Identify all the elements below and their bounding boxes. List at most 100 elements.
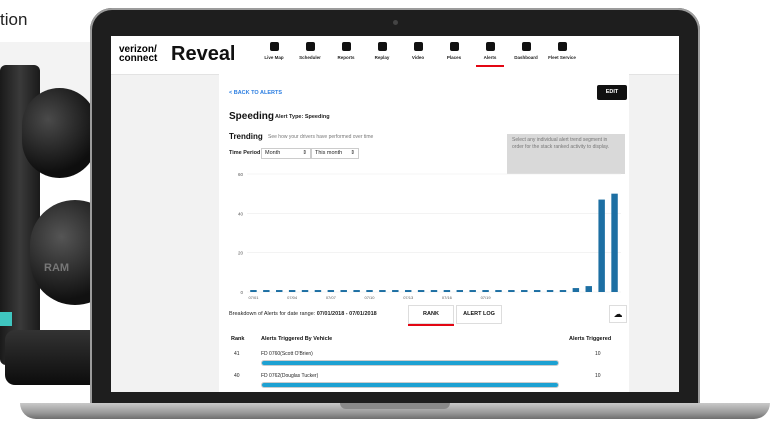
chart-bar (598, 199, 605, 292)
x-tick-label: 07/19 (481, 295, 492, 300)
time-period-label: Time Period (229, 150, 261, 156)
nav-item-alerts[interactable]: Alerts (472, 42, 508, 67)
y-tick-label: 0 (240, 290, 243, 295)
row-progress-track (261, 360, 559, 366)
x-tick-label: 07/04 (287, 295, 298, 300)
period-value-select[interactable]: This month ⇕ (311, 148, 359, 159)
table-row[interactable]: 41 FD 0760(Scott O'Brien) 10 (219, 348, 629, 370)
row-count: 10 (595, 373, 601, 379)
nav-item-replay[interactable]: Replay (364, 42, 400, 60)
nav-item-fleet-service[interactable]: Fleet Service (544, 42, 580, 60)
nav-item-label: Alerts (483, 55, 497, 60)
chart-bar (546, 290, 554, 292)
chart-bar (392, 290, 399, 292)
chart-bar (263, 290, 270, 292)
nav-item-dashboard[interactable]: Dashboard (508, 42, 544, 60)
cloud-download-icon[interactable]: ☁ (609, 305, 627, 323)
nav-item-scheduler[interactable]: Scheduler (292, 42, 328, 60)
nav-item-label: Places (446, 55, 462, 60)
chart-bar (521, 290, 528, 292)
alert-log-tab[interactable]: ALERT LOG (456, 305, 502, 324)
row-count: 10 (595, 351, 601, 357)
chart-bar (327, 290, 335, 292)
trending-title: Trending (229, 132, 263, 141)
nav-item-places[interactable]: Places (436, 42, 472, 60)
nav-item-live-map[interactable]: Live Map (256, 42, 292, 60)
row-vehicle: FD 0762(Douglas Tucker) (261, 373, 319, 379)
nav-item-video[interactable]: Video (400, 42, 436, 60)
edit-button[interactable]: EDIT (597, 85, 627, 100)
chart-bar (611, 193, 618, 292)
header-rank: Rank (231, 336, 245, 342)
dashboard-icon (521, 42, 531, 51)
chart-bar (508, 290, 515, 292)
alert-detail-panel: < BACK TO ALERTS EDIT Speeding Alert Typ… (219, 74, 629, 392)
chart-bar (495, 290, 502, 292)
select-caret-icon: ⇕ (350, 150, 355, 156)
brand-logo[interactable]: verizon/ connect (119, 45, 165, 64)
page-title: Speeding (229, 111, 275, 122)
chart-bar (533, 290, 541, 292)
reports-icon (341, 42, 351, 51)
camera-icon (393, 20, 398, 25)
map-icon (269, 42, 279, 51)
scheduler-icon (305, 42, 315, 51)
mount-accent (0, 312, 12, 326)
x-tick-label: 07/10 (365, 295, 376, 300)
nav-item-label: Replay (374, 55, 390, 60)
row-progress-track (261, 382, 559, 388)
period-value-value: This month (315, 150, 343, 156)
alert-type-label: Alert Type: Speeding (275, 114, 330, 120)
chart-bar (456, 290, 464, 292)
breakdown-text: Breakdown of Alerts for date range: 07/0… (229, 311, 377, 317)
chart-bar (559, 290, 567, 292)
chart-bar (353, 290, 360, 292)
chart-bar (585, 286, 592, 292)
alerts-icon (485, 42, 495, 51)
chart-bar (366, 290, 373, 292)
chart-bar (301, 290, 309, 292)
x-tick-label: 07/01 (248, 295, 259, 300)
trending-subtitle: See how your drivers have performed over… (268, 134, 374, 140)
row-progress-fill (262, 383, 558, 387)
chart-bar (404, 290, 412, 292)
nav-item-label: Reports (337, 55, 355, 60)
nav-item-label: Scheduler (299, 55, 321, 60)
row-vehicle: FD 0760(Scott O'Brien) (261, 351, 313, 357)
chart-bar (250, 290, 257, 292)
nav-item-reports[interactable]: Reports (328, 42, 364, 60)
row-rank: 40 (234, 373, 240, 379)
table-row[interactable]: 40 FD 0762(Douglas Tucker) 10 (219, 370, 629, 392)
header-vehicle: Alerts Triggered By Vehicle (261, 336, 333, 342)
chart-bar (430, 290, 438, 292)
laptop-screen: verizon/ connect Reveal Live Map Schedule… (111, 36, 679, 392)
chart-bar (288, 290, 296, 292)
header-count: Alerts Triggered (569, 336, 612, 342)
period-unit-select[interactable]: Month ⇕ (261, 148, 311, 159)
chart-bar (417, 290, 425, 292)
chart-bar (572, 288, 580, 292)
chart-bar (379, 290, 386, 292)
phone-mount-ball-upper (22, 88, 97, 178)
background-caption: tion (0, 10, 28, 29)
nav-item-label: Dashboard (514, 55, 538, 60)
rank-tab[interactable]: RANK (408, 305, 454, 324)
breakdown-prefix: Breakdown of Alerts for date range: (229, 311, 316, 317)
trend-bar-chart: 0 20 40 60 07/01 07/04 07/07 07/10 07/13 07/16 07/… (238, 172, 621, 300)
top-nav: verizon/ connect Reveal Live Map Schedule… (111, 36, 679, 75)
y-tick-label: 60 (238, 172, 244, 177)
chart-bar (340, 290, 347, 292)
nav-menu: Live Map Scheduler Reports Replay Video Place… (256, 42, 580, 67)
period-unit-value: Month (265, 150, 281, 156)
y-tick-label: 40 (238, 211, 244, 216)
x-tick-label: 07/13 (403, 295, 414, 300)
x-tick-label: 07/16 (442, 295, 453, 300)
chart-bar (314, 290, 322, 292)
nav-item-label: Live Map (264, 55, 284, 60)
places-icon (449, 42, 459, 51)
row-progress-fill (262, 361, 558, 365)
back-to-alerts-link[interactable]: < BACK TO ALERTS (229, 90, 282, 96)
select-caret-icon: ⇕ (302, 150, 307, 156)
chart-bar (443, 290, 451, 292)
y-tick-label: 20 (238, 251, 244, 256)
